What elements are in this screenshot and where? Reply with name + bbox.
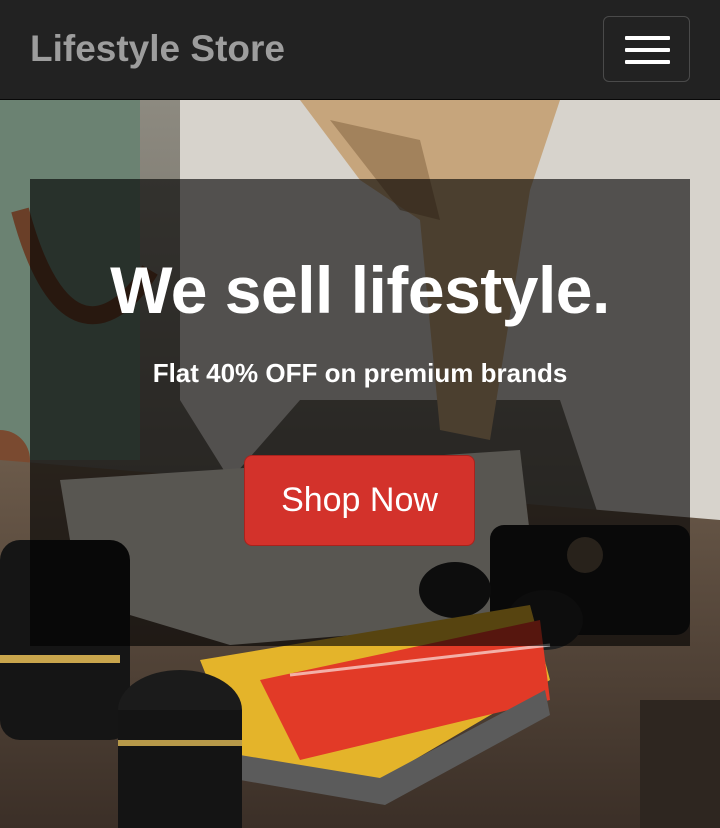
hero-subline: Flat 40% OFF on premium brands: [152, 358, 568, 388]
hamburger-menu-icon-bar: [625, 48, 670, 52]
hamburger-menu-icon: [625, 36, 670, 40]
menu-toggle-button[interactable]: [603, 16, 690, 82]
hero-headline: We sell lifestyle.: [110, 253, 610, 327]
shop-now-button[interactable]: Shop Now: [244, 455, 475, 546]
hamburger-menu-icon-bar: [625, 60, 670, 64]
brand-logo-text[interactable]: Lifestyle Store: [30, 22, 285, 76]
navbar: Lifestyle Store: [0, 0, 720, 100]
